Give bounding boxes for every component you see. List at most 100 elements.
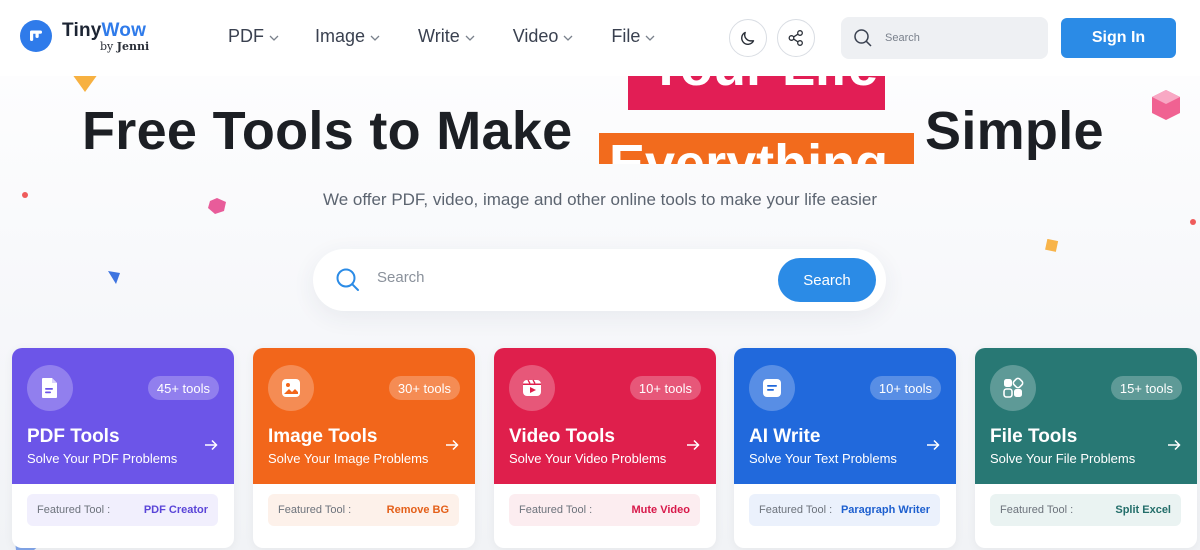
rotating-word-top: Your Life [628, 76, 885, 110]
logo-text: TinyWow by Jenni [62, 21, 149, 52]
hero-search-bar: Search [313, 249, 886, 311]
hero-subtitle: We offer PDF, video, image and other onl… [322, 190, 878, 209]
brand-by-name: Jenni [116, 39, 150, 53]
brand-name: TinyWow [62, 21, 149, 40]
nav-label: File [611, 26, 641, 46]
brand-name-part2: Wow [101, 19, 147, 41]
featured-tool[interactable]: Featured Tool : Paragraph Writer [749, 494, 940, 526]
arrow-right-icon [446, 439, 459, 451]
image-icon [268, 365, 314, 411]
video-icon [509, 365, 555, 411]
card-header: 15+ tools File Tools Solve Your File Pro… [975, 348, 1197, 484]
arrow-right-icon [687, 439, 700, 451]
decor-cube-pink [1152, 90, 1180, 120]
search-icon [854, 29, 872, 47]
search-icon [336, 268, 359, 291]
decor-triangle-blue [108, 271, 120, 284]
rotating-word-top-text: Your Life [648, 76, 878, 98]
arrow-right-icon [205, 439, 218, 451]
tool-count-badge: 10+ tools [869, 376, 941, 400]
featured-tool[interactable]: Featured Tool : Mute Video [509, 494, 700, 526]
tool-card-ai-write[interactable]: 10+ tools AI Write Solve Your Text Probl… [734, 348, 956, 548]
nav-item-video[interactable]: Video [513, 26, 574, 47]
featured-tool[interactable]: Featured Tool : Split Excel [990, 494, 1181, 526]
chevron-down-icon [645, 35, 655, 41]
nav-label: PDF [228, 26, 264, 46]
chevron-down-icon [370, 35, 380, 41]
tool-card-file[interactable]: 15+ tools File Tools Solve Your File Pro… [975, 348, 1197, 548]
tool-count-badge: 15+ tools [1110, 376, 1182, 400]
main-nav: PDF Image Write Video File [228, 26, 691, 47]
moon-icon [741, 31, 755, 45]
tool-count-badge: 30+ tools [388, 376, 460, 400]
card-header: 10+ tools AI Write Solve Your Text Probl… [734, 348, 956, 484]
header-search [841, 17, 1048, 59]
card-title: AI Write [749, 426, 821, 447]
featured-tool-link[interactable]: Mute Video [632, 504, 690, 516]
hero-title-right: Simple [925, 101, 1104, 161]
card-header: 45+ tools PDF Tools Solve Your PDF Probl… [12, 348, 234, 484]
card-title: Image Tools [268, 426, 378, 447]
brand-name-part1: Tiny [62, 19, 102, 41]
nav-item-file[interactable]: File [611, 26, 655, 47]
featured-tool-link[interactable]: Split Excel [1115, 504, 1171, 516]
share-icon [788, 30, 803, 46]
sign-in-button[interactable]: Sign In [1061, 18, 1176, 58]
header-search-input[interactable] [885, 32, 1025, 44]
hero-search-button[interactable]: Search [778, 258, 876, 302]
decor-dot-red-right [1190, 219, 1196, 225]
hero-title-left: Free Tools to Make [82, 101, 573, 161]
featured-tool-label: Featured Tool : [278, 504, 352, 516]
card-title: PDF Tools [27, 426, 120, 447]
share-button[interactable] [777, 19, 815, 57]
card-description: Solve Your Text Problems [749, 451, 897, 466]
nav-label: Write [418, 26, 460, 46]
nav-label: Video [512, 26, 559, 46]
decor-square-orange [1045, 239, 1059, 252]
arrow-right-icon [1168, 439, 1181, 451]
header: TinyWow by Jenni PDF Image Write Video F… [0, 0, 1200, 76]
tool-card-video[interactable]: 10+ tools Video Tools Solve Your Video P… [494, 348, 716, 548]
featured-tool-link[interactable]: PDF Creator [144, 504, 208, 516]
theme-toggle-button[interactable] [729, 19, 767, 57]
card-header: 10+ tools Video Tools Solve Your Video P… [494, 348, 716, 484]
featured-tool[interactable]: Featured Tool : Remove BG [268, 494, 459, 526]
nav-item-write[interactable]: Write [418, 26, 475, 47]
featured-tool[interactable]: Featured Tool : PDF Creator [27, 494, 218, 526]
logo[interactable]: TinyWow by Jenni [20, 20, 149, 52]
card-title: File Tools [990, 426, 1078, 447]
tinywow-logo-icon [20, 20, 52, 52]
tool-count-badge: 45+ tools [147, 376, 219, 400]
page: TinyWow by Jenni PDF Image Write Video F… [0, 0, 1200, 550]
card-description: Solve Your PDF Problems [27, 451, 178, 466]
card-description: Solve Your Video Problems [509, 451, 667, 466]
nav-item-pdf[interactable]: PDF [228, 26, 279, 47]
tool-card-image[interactable]: 30+ tools Image Tools Solve Your Image P… [253, 348, 475, 548]
chevron-down-icon [563, 35, 573, 41]
arrow-right-icon [927, 439, 940, 451]
brand-byline: by Jenni [100, 41, 149, 52]
grid-file-icon [990, 365, 1036, 411]
card-description: Solve Your File Problems [990, 451, 1136, 466]
chevron-down-icon [465, 35, 475, 41]
featured-tool-label: Featured Tool : [1000, 504, 1074, 516]
rotating-word-bottom: Everything [599, 133, 914, 164]
hero-search-input[interactable] [377, 269, 757, 286]
featured-tool-label: Featured Tool : [37, 504, 111, 516]
text-doc-icon [749, 365, 795, 411]
featured-tool-link[interactable]: Remove BG [387, 504, 449, 516]
chevron-down-icon [269, 35, 279, 41]
card-title: Video Tools [509, 426, 615, 447]
tool-count-badge: 10+ tools [629, 376, 701, 400]
card-description: Solve Your Image Problems [268, 451, 429, 466]
featured-tool-link[interactable]: Paragraph Writer [841, 504, 930, 516]
featured-tool-label: Featured Tool : [519, 504, 593, 516]
nav-item-image[interactable]: Image [315, 26, 380, 47]
decor-triangle-orange [72, 74, 98, 92]
tool-card-pdf[interactable]: 45+ tools PDF Tools Solve Your PDF Probl… [12, 348, 234, 548]
featured-tool-label: Featured Tool : [759, 504, 833, 516]
rotating-word-bottom-text: Everything [609, 134, 889, 164]
card-header: 30+ tools Image Tools Solve Your Image P… [253, 348, 475, 484]
nav-label: Image [315, 26, 366, 46]
pdf-file-icon [27, 365, 73, 411]
